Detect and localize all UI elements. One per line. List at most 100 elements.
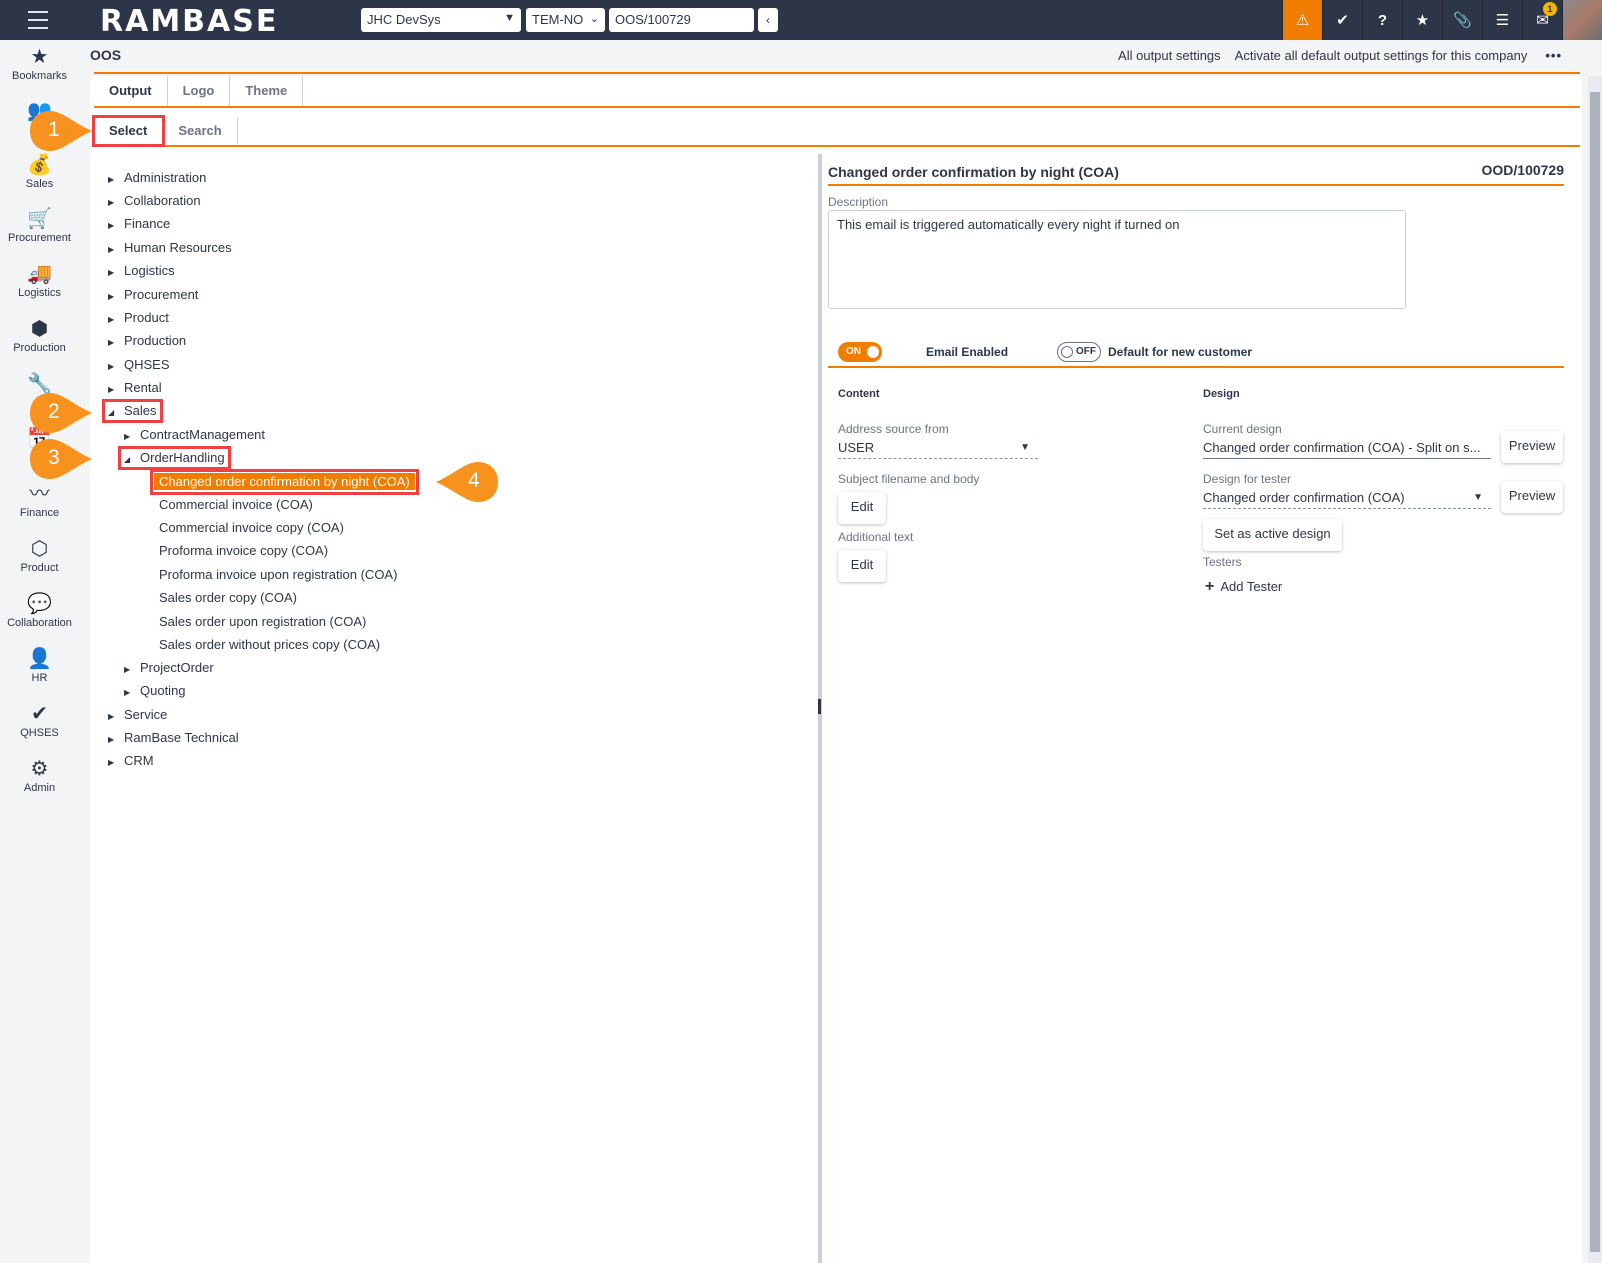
caret-right-icon: ▶ [108,221,115,230]
nav-sales[interactable]: 💰 Sales [0,154,79,190]
callout-4: 4 [434,460,498,504]
caret-down-icon: ◢ [124,455,131,464]
tree-node-sales[interactable]: ◢ Sales [102,399,163,423]
design-for-tester-select[interactable]: Changed order confirmation (COA) ▼ [1203,489,1491,509]
nav-bookmarks[interactable]: ★ Bookmarks [0,46,79,82]
nav-collaboration[interactable]: 💬 Collaboration [0,593,79,629]
scrollbar-thumb[interactable] [1590,92,1600,1252]
tab-search[interactable]: Search [163,117,238,145]
tree-leaf[interactable]: Proforma invoice copy (COA) [159,541,328,561]
list-icon[interactable]: ☰ [1482,0,1522,40]
node-label: Administration [124,170,207,185]
email-enabled-toggle[interactable]: ON [838,342,882,362]
region-select[interactable]: TEM-NO ⌄ [526,8,605,32]
node-label: Commercial invoice (COA) [159,497,313,512]
callout-2: 2 [28,391,92,435]
side-navigation: ★ Bookmarks 👥 💰 Sales 🛒 Procurement 🚚 Logist… [0,40,79,1263]
tree-node[interactable]: ▶ Human Resources [108,238,232,258]
caret-right-icon: ▶ [124,688,131,697]
callout-marker-icon [30,439,92,479]
callout-marker-icon [30,111,92,151]
address-source-select[interactable]: USER ▼ [838,439,1038,459]
nav-finance[interactable]: 〰 Finance [0,483,79,519]
sub-tabs: Select Search [91,115,1580,147]
tree-node[interactable]: ▶ Finance [108,214,170,234]
nav-qhses[interactable]: ✔ QHSES [0,703,79,739]
all-output-settings-link[interactable]: All output settings [1118,48,1221,63]
set-active-design-button[interactable]: Set as active design [1203,519,1342,551]
divider [828,184,1564,186]
tree-node[interactable]: ▶ Procurement [108,285,198,305]
tree-node[interactable]: ▶ Production [108,331,186,351]
truck-icon: 🚚 [27,263,52,285]
region-value: TEM-NO [532,12,584,27]
tab-output[interactable]: Output [94,76,168,106]
cart-icon: 🛒 [27,208,52,230]
description-textarea[interactable]: This email is triggered automatically ev… [828,210,1406,309]
tree-node[interactable]: ▶ Product [108,308,169,328]
tree-leaf[interactable]: Commercial invoice copy (COA) [159,518,344,538]
object-id-input[interactable]: OOS/100729 [609,8,754,32]
tree-leaf[interactable]: Sales order without prices copy (COA) [159,635,380,655]
alert-icon[interactable]: ⚠ [1282,0,1322,40]
tree-leaf[interactable]: Sales order copy (COA) [159,588,297,608]
toggle-state: ON [846,346,861,357]
activate-defaults-link[interactable]: Activate all default output settings for… [1235,48,1528,63]
tab-select[interactable]: Select [91,115,166,147]
callout-number: 3 [48,446,60,469]
nav-logistics[interactable]: 🚚 Logistics [0,263,79,299]
mail-button[interactable]: ✉ 1 [1522,0,1562,40]
company-select[interactable]: JHC DevSys ▼ [361,8,521,32]
nav-hr[interactable]: 👤 HR [0,648,79,684]
tree-node[interactable]: ▶ Logistics [108,261,175,281]
tree-node[interactable]: ▶ Administration [108,168,206,188]
tree-node[interactable]: ▶ ProjectOrder [124,658,214,678]
nav-procurement[interactable]: 🛒 Procurement [0,208,79,244]
tree-node-orderhandling[interactable]: ◢ OrderHandling [118,446,231,470]
hamburger-menu-icon[interactable] [28,11,48,29]
default-new-customer-toggle[interactable]: OFF [1057,342,1101,362]
add-tester-button[interactable]: + Add Tester [1205,578,1282,596]
caret-right-icon: ▶ [108,735,115,744]
tree-node[interactable]: ▶ CRM [108,751,154,771]
tree-node[interactable]: ▶ QHSES [108,355,170,375]
tree-leaf[interactable]: Commercial invoice (COA) [159,495,313,515]
tree-node[interactable]: ▶ ContractManagement [124,425,265,445]
vertical-scrollbar[interactable] [1588,76,1602,1263]
plus-icon: + [1205,578,1215,595]
tree-leaf[interactable]: Proforma invoice upon registration (COA) [159,565,397,585]
tree-node[interactable]: ▶ Collaboration [108,191,201,211]
preview-current-button[interactable]: Preview [1501,431,1563,463]
select-value: Changed order confirmation (COA) [1203,490,1405,505]
check-badge-icon[interactable]: ✔ [1322,0,1362,40]
node-label: Sales order without prices copy (COA) [159,637,381,652]
page-title: OOS [90,47,122,63]
tree-node[interactable]: ▶ RamBase Technical [108,728,239,748]
tree-node[interactable]: ▶ Rental [108,378,162,398]
tab-theme[interactable]: Theme [230,76,304,106]
edit-additional-button[interactable]: Edit [838,550,886,582]
tree-node[interactable]: ▶ Quoting [124,681,186,701]
caret-right-icon: ▶ [124,665,131,674]
tree-leaf[interactable]: Sales order upon registration (COA) [159,612,366,632]
tab-logo[interactable]: Logo [168,76,231,106]
nav-product[interactable]: ⬡ Product [0,538,79,574]
edit-subject-button[interactable]: Edit [838,492,886,524]
panel-splitter[interactable] [818,154,822,1263]
user-avatar[interactable] [1562,0,1602,40]
paperclip-icon[interactable]: 📎 [1442,0,1482,40]
splitter-grip[interactable] [818,699,821,714]
preview-tester-button[interactable]: Preview [1501,481,1563,513]
dropdown-arrow-icon: ▼ [504,12,515,24]
tree-node[interactable]: ▶ Service [108,705,167,725]
node-label: Rental [124,380,162,395]
nav-production[interactable]: ⬢ Production [0,318,79,354]
help-icon[interactable]: ? [1362,0,1402,40]
nav-admin[interactable]: ⚙ Admin [0,758,79,794]
callout-number: 1 [48,118,60,141]
star-icon[interactable]: ★ [1402,0,1442,40]
back-button[interactable]: ‹ [758,8,778,32]
node-label: ProjectOrder [140,660,214,675]
more-icon[interactable]: ••• [1545,48,1562,63]
tree-leaf-selected[interactable]: Changed order confirmation by night (COA… [150,469,419,495]
